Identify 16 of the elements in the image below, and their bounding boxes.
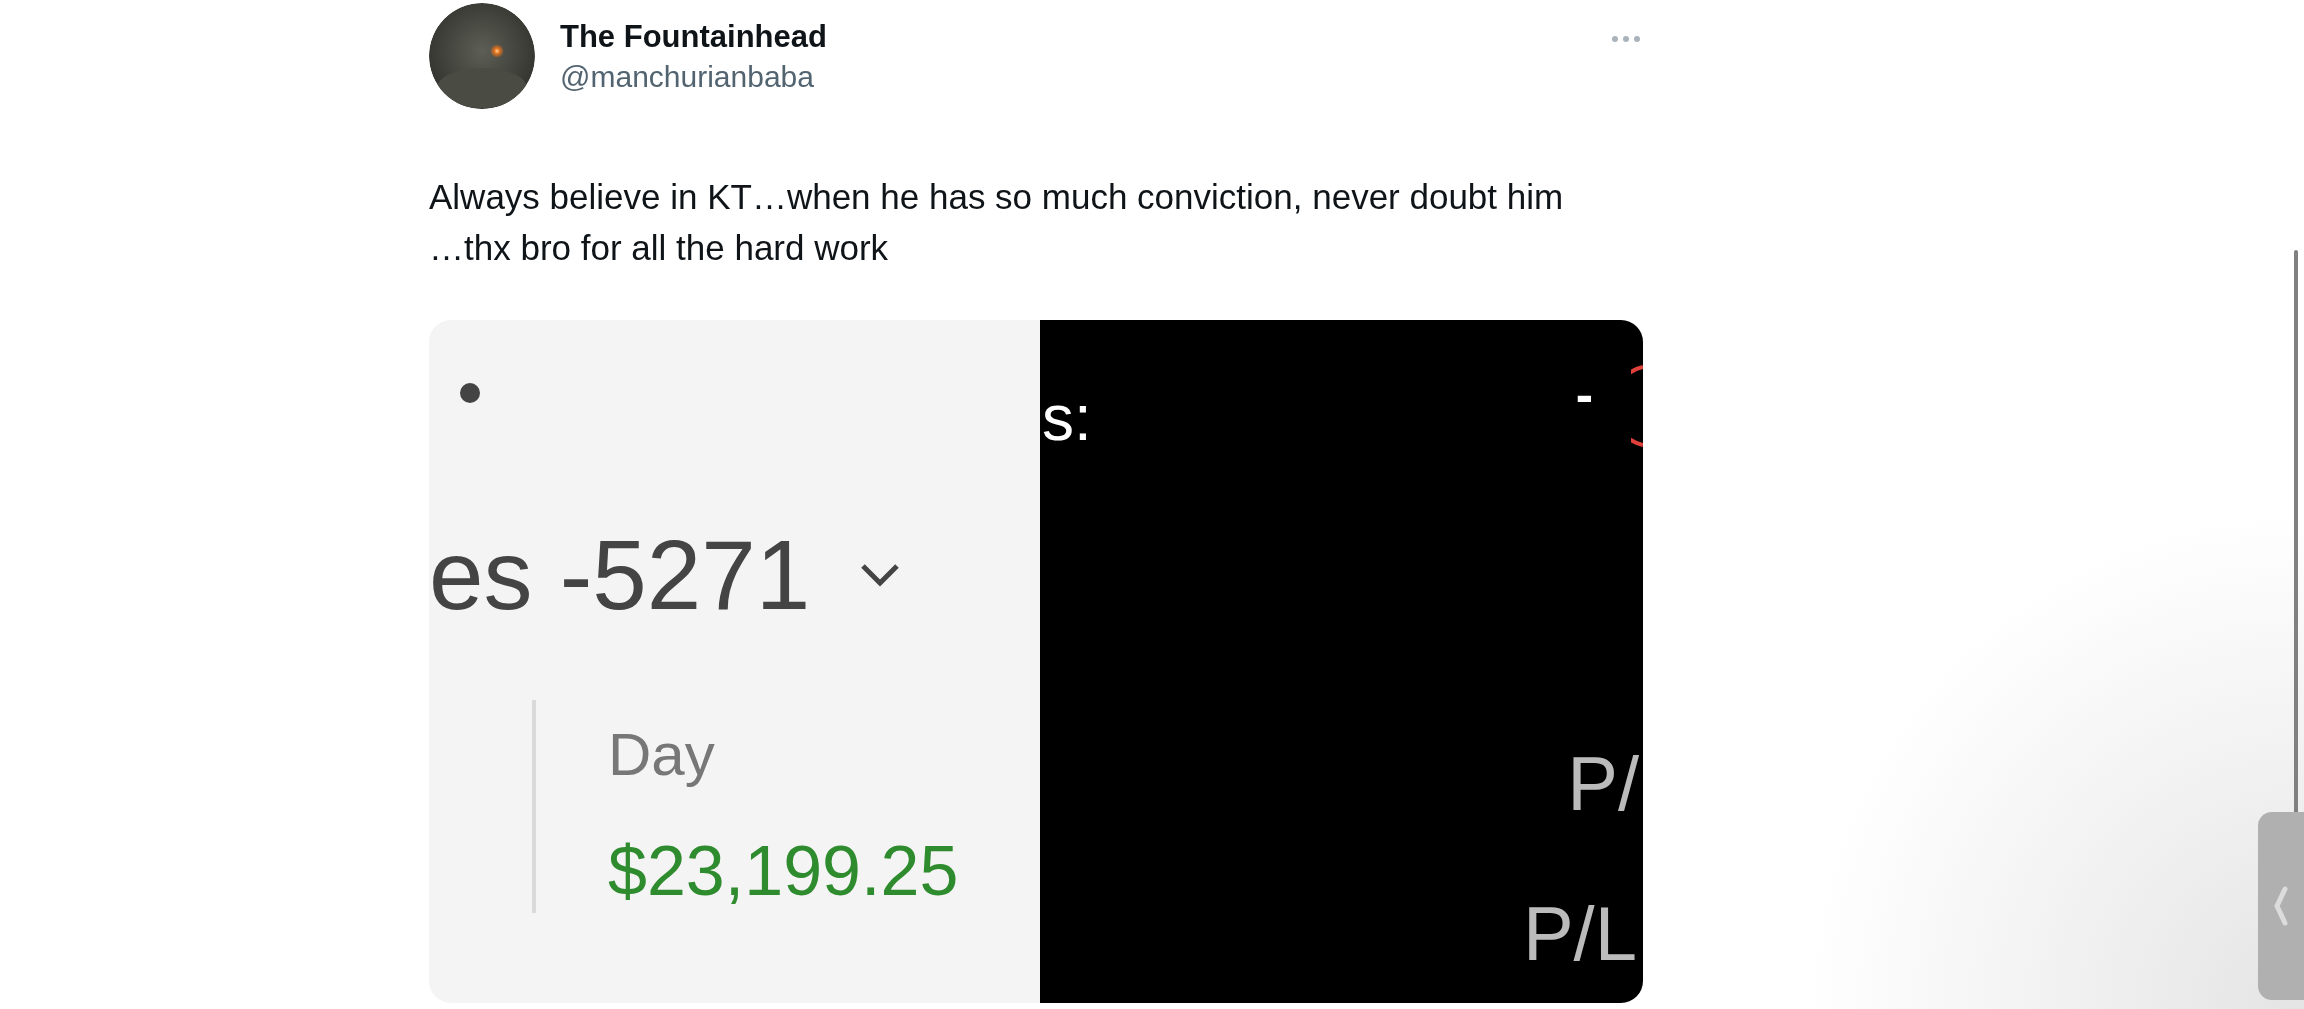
day-amount: $23,199.25	[608, 831, 959, 912]
author-handle[interactable]: @manchurianbaba	[560, 57, 827, 97]
more-icon[interactable]	[1611, 35, 1641, 43]
day-label: Day	[608, 720, 716, 790]
ring-edge-icon	[1631, 364, 1643, 448]
chevron-left-icon	[2274, 886, 2288, 926]
heading-text: s:	[1042, 381, 1092, 456]
tweet-text: Always believe in KT…when he has so much conviction, never doubt him …thx bro for all the hard work	[429, 176, 1565, 269]
sidebar-tab[interactable]	[2258, 812, 2304, 1000]
dot-icon	[460, 383, 480, 403]
pl-label: P/L	[1522, 890, 1637, 978]
chevron-icon	[860, 563, 901, 587]
account-number: es -5271	[429, 520, 811, 630]
pl-label: P/	[1567, 740, 1639, 828]
author-name[interactable]: The Fountainhead	[560, 17, 827, 57]
dash-text: -	[1575, 364, 1593, 424]
